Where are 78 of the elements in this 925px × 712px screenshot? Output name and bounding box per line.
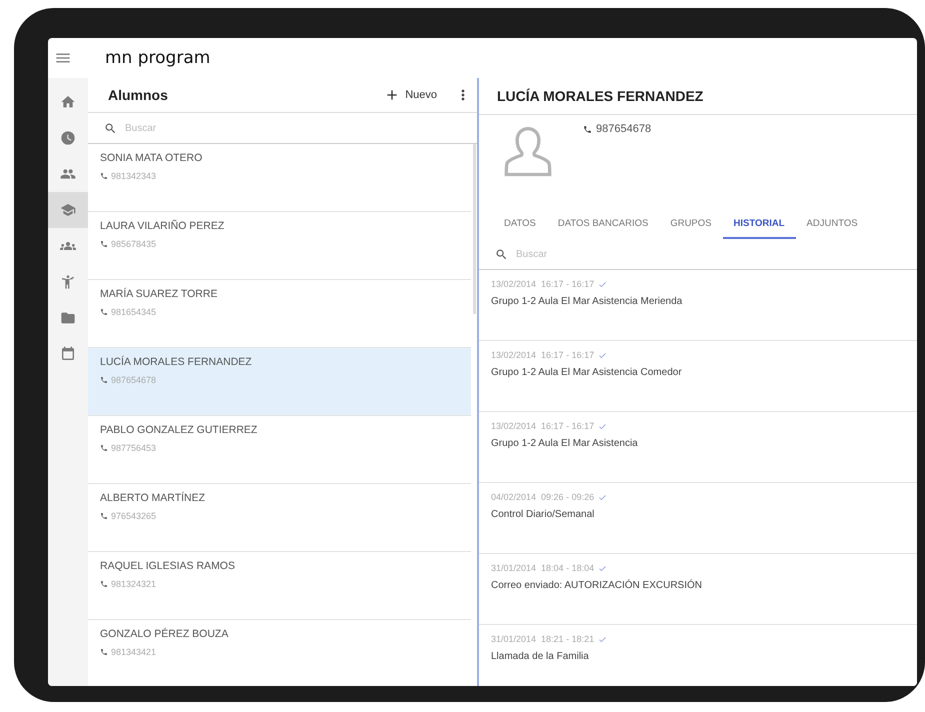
student-name: RAQUEL IGLESIAS RAMOS (100, 560, 236, 572)
clock-icon (60, 130, 76, 146)
tab[interactable]: DATOS BANCARIOS (546, 209, 660, 239)
graduation-cap-icon (60, 202, 76, 218)
tab[interactable]: ADJUNTOS (796, 209, 869, 239)
tab[interactable]: HISTORIAL (722, 209, 796, 239)
history-entry[interactable]: 13/02/2014 16:17 - 16:17 Grupo 1-2 Aula El Mar Asistencia Merienda (479, 270, 917, 341)
home-icon (60, 94, 76, 110)
check-icon (598, 564, 608, 572)
student-list-item[interactable]: GONZALO PÉREZ BOUZA 981343421 (88, 620, 471, 686)
check-icon (598, 350, 608, 360)
history-time: 31/01/2014 18:04 - 18:04 (491, 563, 594, 573)
history-entry[interactable]: 13/02/2014 16:17 - 16:17 Grupo 1-2 Aula El Mar Asistencia Comedor (479, 341, 917, 412)
student-list-item[interactable]: PABLO GONZALEZ GUTIERREZ 987756453 (88, 416, 471, 484)
student-name: ALBERTO MARTÍNEZ (100, 492, 206, 504)
history-time: 31/01/2014 18:21 - 18:21 (491, 634, 594, 644)
phone-icon (100, 444, 108, 452)
student-name: GONZALO PÉREZ BOUZA (100, 628, 230, 640)
phone-icon (100, 240, 108, 248)
check-icon (598, 492, 608, 502)
phone-icon (100, 308, 108, 316)
phone-icon (100, 512, 108, 520)
student-name: PABLO GONZALEZ GUTIERREZ (100, 424, 258, 436)
student-phone: 976543265 (111, 511, 156, 521)
history-text: Control Diario/Semanal (491, 509, 596, 520)
check-icon (598, 634, 608, 644)
phone-icon (100, 648, 108, 656)
history-time: 13/02/2014 16:17 - 16:17 (491, 279, 594, 289)
student-phone: 987654678 (596, 123, 652, 135)
tab[interactable]: DATOS (493, 209, 547, 239)
history-entry[interactable]: 04/02/2014 09:26 - 09:26 Control Diario/Semanal (479, 483, 917, 554)
history-time: 13/02/2014 16:17 - 16:17 (491, 421, 594, 431)
phone-icon (100, 172, 108, 180)
student-phone: 981343421 (111, 647, 156, 657)
search-field[interactable]: Buscar (123, 122, 247, 134)
person-icon (60, 274, 76, 290)
search-field[interactable]: Buscar (514, 248, 638, 260)
check-icon (598, 422, 608, 430)
student-name: SONIA MATA OTERO (100, 152, 204, 164)
student-name: LUCÍA MORALES FERNANDEZ (100, 356, 253, 368)
scrollbar[interactable] (473, 144, 476, 314)
student-phone: 981654345 (111, 307, 156, 317)
history-entry[interactable]: 31/01/2014 18:21 - 18:21 Llamada de la Familia (479, 625, 917, 686)
student-list-item[interactable]: SONIA MATA OTERO 981342343 (88, 144, 471, 212)
history-entry[interactable]: 13/02/2014 16:17 - 16:17 Grupo 1-2 Aula El Mar Asistencia (479, 412, 917, 483)
history-text: Grupo 1-2 Aula El Mar Asistencia Comedor (491, 367, 683, 378)
student-list-item[interactable]: LUCÍA MORALES FERNANDEZ 987654678 (88, 348, 471, 416)
list-title: Alumnos (108, 87, 169, 103)
student-phone: 985678435 (111, 239, 156, 249)
student-phone: 981324321 (111, 579, 156, 589)
phone-icon (583, 125, 592, 134)
history-text: Correo enviado: AUTORIZACIÓN EXCURSIÓN (491, 580, 703, 591)
student-phone: 987654678 (111, 375, 156, 385)
app-title: mn program (105, 48, 210, 68)
student-phone: 987756453 (111, 443, 156, 453)
history-time: 04/02/2014 09:26 - 09:26 (491, 492, 594, 502)
history-entry[interactable]: 31/01/2014 18:04 - 18:04 Correo enviado: AUTORIZACIÓN EXCURSIÓN (479, 554, 917, 625)
search-icon (104, 122, 117, 134)
calendar-icon (60, 346, 76, 362)
phone-icon (100, 376, 108, 384)
history-text: Grupo 1-2 Aula El Mar Asistencia Merienda (491, 296, 684, 307)
history-time: 13/02/2014 16:17 - 16:17 (491, 350, 594, 360)
nav-rail-item[interactable] (48, 192, 88, 228)
student-phone: 981342343 (111, 171, 156, 181)
student-list-item[interactable]: ALBERTO MARTÍNEZ 976543265 (88, 484, 471, 552)
check-icon (598, 280, 608, 288)
folder-icon (60, 310, 76, 326)
student-list-item[interactable]: LAURA VILARIÑO PEREZ 985678435 (88, 212, 471, 280)
history-text: Grupo 1-2 Aula El Mar Asistencia (491, 438, 639, 449)
student-detail-name: LUCÍA MORALES FERNANDEZ (497, 88, 704, 104)
student-name: LAURA VILARIÑO PEREZ (100, 220, 226, 232)
new-button[interactable]: Nuevo (380, 85, 441, 105)
history-text: Llamada de la Familia (491, 651, 590, 662)
tab[interactable]: GRUPOS (659, 209, 722, 239)
phone-icon (100, 580, 108, 588)
search-icon (495, 248, 508, 260)
student-name: MARÍA SUAREZ TORRE (100, 288, 218, 300)
student-list-item[interactable]: RAQUEL IGLESIAS RAMOS 981324321 (88, 552, 471, 620)
